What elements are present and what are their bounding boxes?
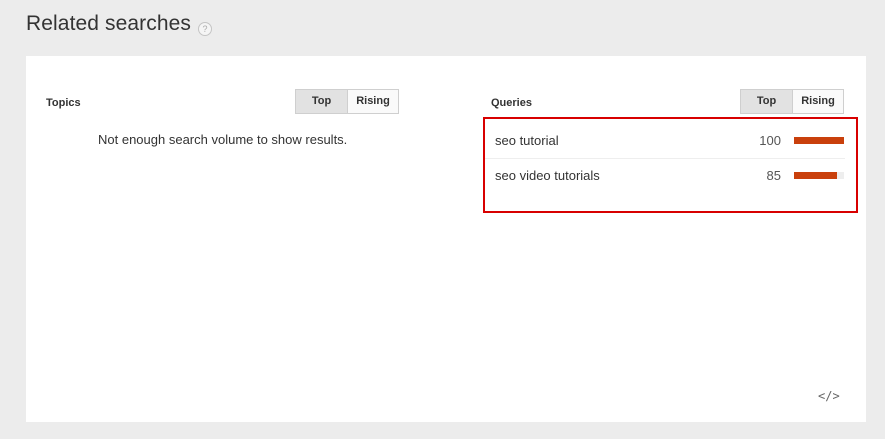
topics-toggle: Top Rising bbox=[295, 89, 399, 114]
query-label[interactable]: seo video tutorials bbox=[495, 158, 600, 193]
query-label[interactable]: seo tutorial bbox=[495, 123, 559, 158]
query-value: 100 bbox=[759, 133, 781, 148]
topics-label: Topics bbox=[46, 97, 81, 109]
query-bar-fill bbox=[794, 137, 844, 144]
related-searches-page: Related searches ? Topics Top Rising Not… bbox=[0, 0, 885, 439]
help-icon[interactable]: ? bbox=[198, 22, 212, 36]
queries-label: Queries bbox=[491, 97, 532, 109]
topics-rising-button[interactable]: Rising bbox=[347, 90, 398, 113]
query-bar-track bbox=[794, 137, 844, 144]
query-value: 85 bbox=[766, 168, 781, 183]
queries-top-button[interactable]: Top bbox=[741, 90, 792, 113]
section-title: Related searches bbox=[26, 12, 192, 35]
query-row[interactable]: seo video tutorials 85 bbox=[485, 158, 845, 193]
topics-empty-message: Not enough search volume to show results… bbox=[98, 132, 348, 147]
query-bar-track bbox=[794, 172, 844, 179]
related-searches-card: Topics Top Rising Not enough search volu… bbox=[26, 56, 866, 422]
topics-top-button[interactable]: Top bbox=[296, 90, 347, 113]
query-bar-fill bbox=[794, 172, 837, 179]
queries-toggle: Top Rising bbox=[740, 89, 844, 114]
queries-rising-button[interactable]: Rising bbox=[792, 90, 843, 113]
embed-code-icon[interactable]: </> bbox=[818, 389, 840, 403]
query-row[interactable]: seo tutorial 100 bbox=[485, 123, 845, 159]
